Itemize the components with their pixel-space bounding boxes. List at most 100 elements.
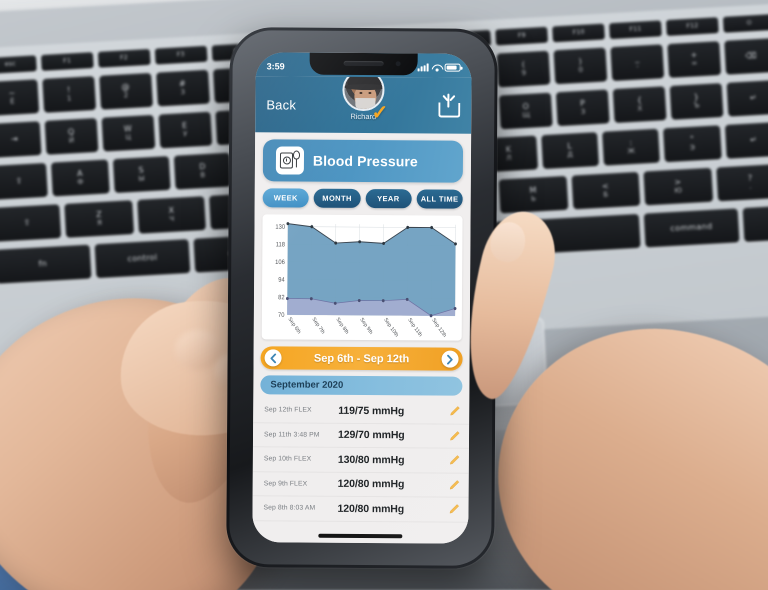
keyboard-key: #3	[155, 69, 210, 107]
svg-text:Sep 10th: Sep 10th	[383, 317, 400, 339]
reading-value: 119/75 mmHg	[338, 404, 405, 418]
range-tab-bar: WEEK MONTH YEAR ALL TIME	[262, 188, 463, 209]
pencil-icon[interactable]	[449, 430, 460, 441]
reading-date: Sep 10th FLEX	[263, 455, 312, 463]
home-indicator[interactable]	[318, 533, 403, 539]
keyboard-key: @2	[99, 72, 153, 110]
reading-date: Sep 8th 8:03 AM	[263, 504, 316, 512]
keyboard-key: option	[742, 202, 768, 243]
reading-date: Sep 12th FLEX	[264, 406, 312, 414]
keyboard-key: ↵	[724, 121, 768, 159]
keyboard-key: ⌫	[724, 37, 768, 75]
avatar-eye	[359, 91, 362, 94]
pencil-icon[interactable]	[449, 406, 460, 417]
keyboard-key: {Х	[612, 86, 667, 124]
keyboard-key: " Э	[663, 125, 722, 163]
month-header: September 2020	[260, 375, 463, 396]
keyboard-key: > Ю	[643, 167, 713, 206]
keyboard-key: ⇧	[0, 204, 62, 242]
range-tab-month[interactable]: MONTH	[313, 188, 361, 208]
keyboard-key: OЩ	[499, 92, 553, 130]
keyboard-key: ZЯ	[64, 200, 134, 238]
chart-card: 70 82 94 106 118 130 Sep 6th Sep 7th Sep 8th Sep …	[261, 214, 463, 341]
table-row[interactable]: Sep 9th FLEX 120/80 mmHg	[252, 471, 469, 498]
range-tab-week[interactable]: WEEK	[262, 188, 310, 208]
keyboard-key: + =	[667, 41, 722, 78]
table-row[interactable]: Sep 11th 3:48 PM 129/70 mmHg	[252, 422, 470, 449]
keyboard-key: F12	[666, 17, 719, 37]
svg-text:130: 130	[275, 223, 285, 230]
svg-text:70: 70	[278, 312, 285, 319]
keyboard-key: esc	[0, 55, 37, 75]
keyboard-key: ⇥	[0, 121, 42, 159]
notch	[309, 52, 418, 76]
reading-value: 130/80 mmHg	[337, 453, 405, 467]
orange-check-icon: ✓	[371, 102, 389, 125]
chevron-right-icon[interactable]	[441, 350, 459, 368]
week-range-label: Sep 6th - Sep 12th	[313, 352, 410, 365]
phone-device: 3:59 Back ✓ Richard Blood Pressure WEEK …	[226, 27, 498, 569]
readings-list: Sep 12th FLEX 119/75 mmHg Sep 11th 3:48 PM…	[252, 398, 470, 523]
keyboard-key: fn	[0, 244, 92, 284]
keyboard-key: _ -	[610, 44, 665, 82]
reading-value: 129/70 mmHg	[338, 429, 405, 442]
reading-value: 120/80 mmHg	[337, 478, 405, 491]
keyboard-key: ?.	[715, 163, 768, 202]
cellular-bars-icon	[417, 62, 429, 71]
keyboard-key: PЗ	[556, 89, 610, 127]
knuckle	[175, 330, 221, 370]
back-button[interactable]: Back	[266, 97, 296, 112]
svg-text:94: 94	[278, 276, 285, 283]
blood-pressure-chart: 70 82 94 106 118 130 Sep 6th Sep 7th Sep 8th Sep …	[265, 219, 458, 339]
avatar-eye	[368, 92, 371, 95]
wifi-icon	[432, 63, 442, 71]
keyboard-key: ⏻	[722, 13, 768, 33]
keyboard-key: LД	[540, 132, 600, 170]
pencil-icon[interactable]	[449, 455, 460, 466]
range-tab-all-time[interactable]: ALL TIME	[416, 189, 463, 209]
battery-icon	[444, 63, 461, 72]
keyboard-key: MЬ	[498, 175, 569, 214]
avatar-hat-brim	[343, 83, 385, 91]
svg-text:82: 82	[278, 294, 285, 301]
keyboard-key: SЫ	[112, 156, 171, 194]
svg-text:Sep 6th: Sep 6th	[287, 316, 302, 335]
range-tab-year[interactable]: YEAR	[365, 189, 412, 209]
keyboard-key: ↵	[726, 79, 768, 117]
keyboard-key: (9	[496, 50, 551, 88]
reading-date: Sep 9th FLEX	[263, 480, 308, 488]
chevron-left-icon[interactable]	[264, 349, 282, 367]
keyboard-key: F9	[495, 26, 549, 46]
keyboard-key: ) 0	[553, 47, 608, 85]
chart-svg: 70 82 94 106 118 130 Sep 6th Sep 7th Sep 8th Sep …	[275, 222, 457, 339]
keyboard-key: AФ	[51, 159, 110, 197]
keyboard-key: WЦ	[101, 114, 156, 152]
svg-text:Sep 11th: Sep 11th	[406, 317, 423, 338]
keyboard-key: F11	[609, 20, 662, 40]
week-navigator: Sep 6th - Sep 12th	[260, 346, 463, 371]
keyboard-key: ~ Ё	[0, 79, 40, 117]
keyboard-key: F10	[552, 23, 606, 43]
table-row[interactable]: Sep 8th 8:03 AM 120/80 mmHg	[252, 496, 469, 523]
reading-date: Sep 11th 3:48 PM	[264, 431, 320, 439]
keyboard-key: control	[94, 239, 191, 279]
table-row[interactable]: Sep 12th FLEX 119/75 mmHg	[253, 398, 470, 425]
blood-pressure-monitor-icon	[275, 146, 305, 175]
share-icon[interactable]	[438, 93, 461, 118]
pencil-icon[interactable]	[449, 479, 460, 490]
keyboard-key: XЧ	[137, 196, 207, 234]
page-title: Blood Pressure	[312, 152, 418, 170]
phone-screen: 3:59 Back ✓ Richard Blood Pressure WEEK …	[252, 52, 472, 544]
pencil-icon[interactable]	[448, 504, 459, 515]
table-row[interactable]: Sep 10th FLEX 130/80 mmHg	[252, 447, 469, 474]
status-time: 3:59	[266, 60, 285, 71]
keyboard-key: :Ж	[602, 128, 661, 166]
keyboard-key: EУ	[158, 111, 212, 149]
svg-text:Sep 9th: Sep 9th	[359, 317, 374, 336]
status-indicators	[417, 60, 461, 72]
keyboard-key: command	[643, 208, 740, 248]
navigation-bar: Back ✓ Richard	[255, 68, 472, 134]
front-camera	[395, 61, 401, 67]
keyboard-key: } Ъ	[669, 83, 724, 120]
svg-text:118: 118	[276, 241, 286, 248]
